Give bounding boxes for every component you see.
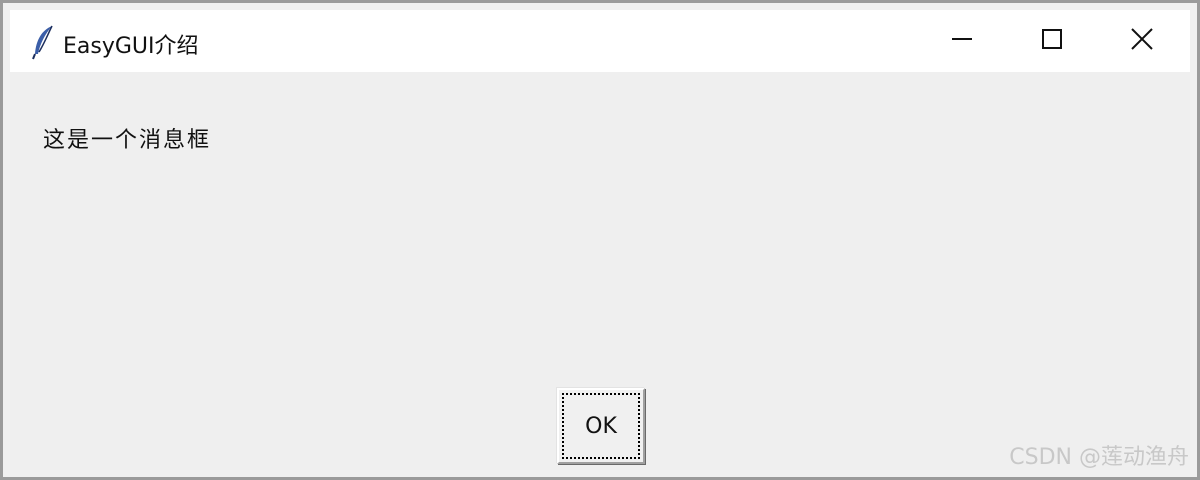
close-icon	[1130, 27, 1154, 55]
dialog-body: 这是一个消息框 OK	[10, 72, 1190, 470]
minimize-icon	[951, 28, 973, 54]
message-text: 这是一个消息框	[43, 128, 212, 153]
maximize-icon	[1041, 28, 1063, 54]
maximize-button[interactable]	[1010, 10, 1094, 72]
easygui-window: EasyGUI介绍 这是一个消息框 OK CSDN @莲动渔舟	[0, 0, 1200, 480]
ok-button[interactable]: OK	[557, 388, 645, 464]
window-title: EasyGUI介绍	[63, 34, 199, 59]
minimize-button[interactable]	[920, 10, 1004, 72]
ok-button-label: OK	[562, 393, 640, 459]
feather-icon	[30, 24, 58, 60]
title-bar[interactable]: EasyGUI介绍	[10, 10, 1190, 72]
watermark: CSDN @莲动渔舟	[1009, 445, 1189, 470]
close-button[interactable]	[1100, 10, 1184, 72]
